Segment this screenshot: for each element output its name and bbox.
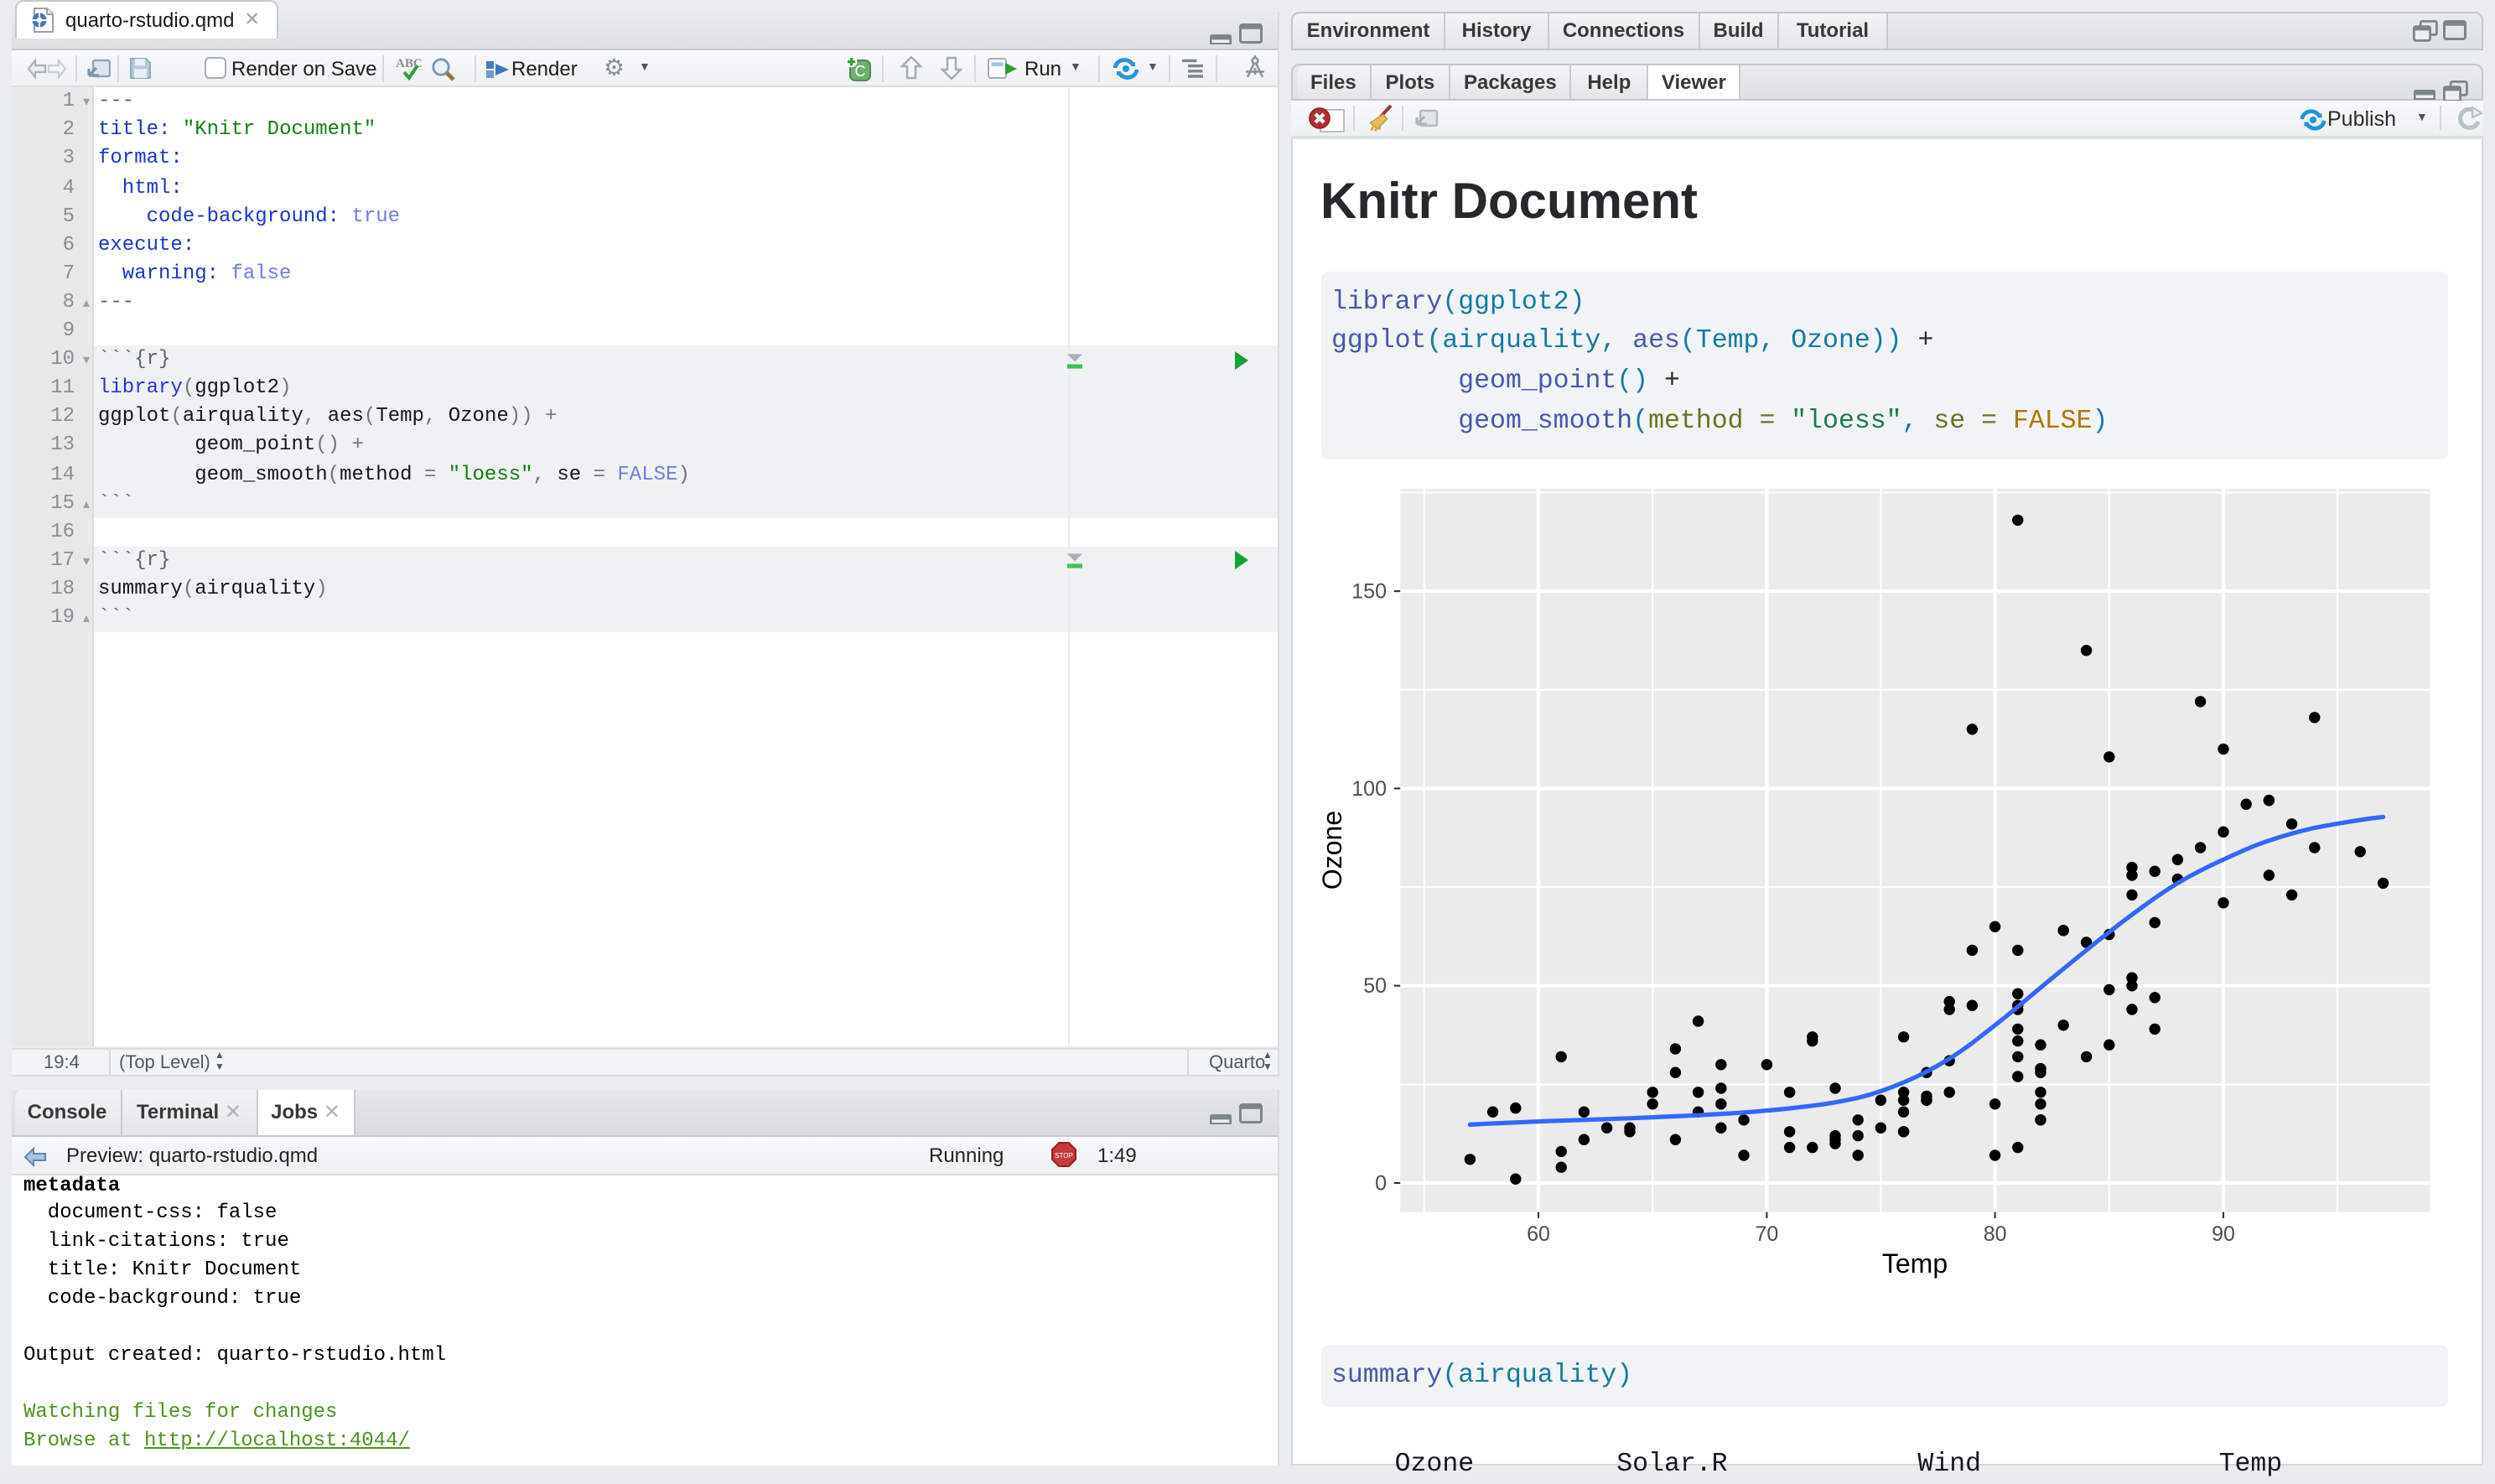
- svg-text:60: 60: [1526, 1222, 1549, 1245]
- svg-text:50: 50: [1362, 973, 1386, 997]
- svg-text:Ozone: Ozone: [1317, 810, 1346, 889]
- svg-text:Temp: Temp: [1881, 1248, 1947, 1278]
- svg-text:STOP: STOP: [1055, 1151, 1073, 1159]
- svg-text:100: 100: [1351, 776, 1386, 800]
- svg-text:C: C: [855, 62, 866, 79]
- svg-text:70: 70: [1754, 1222, 1777, 1245]
- svg-text:90: 90: [2211, 1222, 2234, 1245]
- svg-text:80: 80: [1983, 1222, 2006, 1245]
- svg-text:150: 150: [1351, 579, 1386, 603]
- svg-text:0: 0: [1374, 1170, 1386, 1194]
- svg-text:ABC: ABC: [396, 56, 423, 70]
